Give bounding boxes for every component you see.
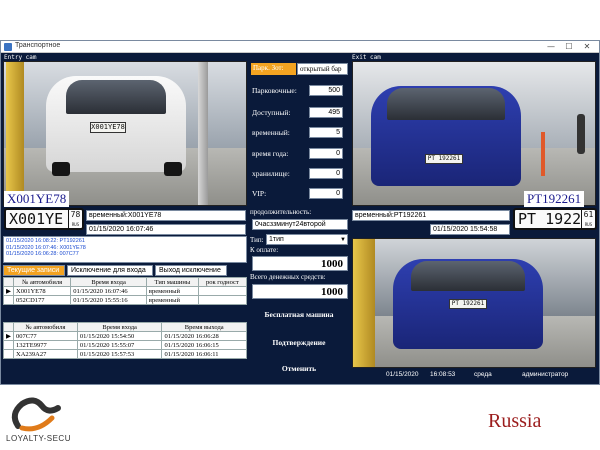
type-select[interactable]: 1тип ▼: [266, 234, 348, 245]
close-icon[interactable]: ✕: [579, 41, 595, 52]
table-row[interactable]: 132TE9977 01/15/2020 15:55:07 01/15/2020…: [3, 340, 247, 350]
column-header[interactable]: рок годност: [197, 277, 248, 287]
cancel-button[interactable]: Отменить: [250, 364, 348, 373]
app-icon: [4, 43, 12, 51]
stat-row-storage: хранилище: 0: [250, 167, 346, 181]
total-amount: 1000: [252, 284, 348, 299]
column-header[interactable]: Время входа: [70, 277, 147, 287]
log-line: 01/15/2020 16:06:28: 007C77: [6, 251, 79, 257]
exit-plate-text: PT192261: [524, 191, 585, 207]
column-header[interactable]: Тип машины: [145, 277, 199, 287]
duration-field: 0часззминут24второй: [252, 219, 348, 230]
history-table: № автомобиля Время входа Время выхода ▶ …: [3, 322, 247, 359]
entry-cam-label: Entry cam: [4, 54, 37, 61]
total-label: Всего денежных средств:: [250, 273, 326, 281]
status-time: 16:08:53: [430, 371, 456, 378]
exit-cam-label: Exit cam: [352, 54, 381, 61]
exit-plate-country: RUS: [584, 222, 593, 227]
table-row[interactable]: ▶ 007C77 01/15/2020 15:54:50 01/15/2020 …: [3, 331, 247, 341]
title-bar: Транспортное — ☐ ✕: [1, 41, 599, 53]
stat-row-vip: VIP: 0: [250, 187, 346, 201]
table-row[interactable]: 052CD177 01/15/2020 15:55:16 временный: [3, 295, 248, 305]
column-header[interactable]: № автомобиля: [13, 322, 78, 332]
exit-camera-view-2: PT 192261: [352, 238, 596, 368]
minimize-icon[interactable]: —: [543, 41, 559, 52]
status-day: среда: [474, 371, 492, 378]
park-zone-label: Парк. Зот:: [251, 63, 296, 75]
column-header[interactable]: № автомобиля: [12, 277, 72, 287]
exit-vehicle-field: временный:PT192261: [352, 210, 510, 221]
free-vehicle-button[interactable]: Бесплатная машина: [250, 310, 348, 319]
stat-row-available: Доступный: 495: [250, 106, 346, 120]
tab-current-records[interactable]: Текущие записи: [3, 265, 65, 276]
exit-plate-region: 61: [583, 210, 594, 219]
entry-plate-main: X001YE: [9, 210, 64, 228]
column-header[interactable]: Время входа: [76, 322, 163, 332]
loyalty-secu-logo: [11, 397, 61, 432]
exit-camera-view: PT 192261: [352, 61, 596, 206]
entry-plate-region: 78: [70, 210, 81, 219]
tab-entry-exception[interactable]: Исключение для входа: [67, 265, 153, 276]
exit-time-field: 01/15/2020 15:54:58: [430, 224, 510, 235]
event-log: 01/15/2020 16:08:22: PT192261 01/15/2020…: [3, 236, 247, 263]
tab-exit-exception[interactable]: Выход исключение: [155, 265, 227, 276]
confirm-button[interactable]: Подтверждение: [250, 338, 348, 347]
entry-plate-text: X001YE78: [4, 191, 70, 207]
stat-row-parking: Парковочные: 500: [250, 84, 346, 98]
table-row[interactable]: ▶ X001YE78 01/15/2020 16:07:46 временный: [3, 286, 248, 296]
stat-row-temporary: временный: 5: [250, 126, 346, 140]
chevron-down-icon: ▼: [340, 237, 346, 243]
type-label: Тип:: [250, 236, 264, 244]
country-label: Russia: [488, 410, 542, 432]
park-zone-value: открытый бар: [297, 63, 348, 75]
status-user: администратор: [522, 371, 569, 378]
pay-amount: 1000: [252, 256, 348, 271]
current-records-table: № автомобиля Время входа Тип машины рок …: [3, 277, 248, 305]
status-date: 01/15/2020: [386, 371, 419, 378]
entry-time-field: 01/15/2020 16:07:46: [86, 224, 246, 235]
entry-camera-view: X001YE78: [3, 61, 247, 206]
table-row[interactable]: XA239A27 01/15/2020 15:57:53 01/15/2020 …: [3, 349, 247, 359]
duration-label: продолжительность:: [250, 208, 312, 216]
maximize-icon[interactable]: ☐: [561, 41, 577, 52]
column-header[interactable]: Время выхода: [161, 322, 247, 332]
exit-plate-image: PT 1922 61 RUS: [513, 208, 597, 230]
stat-row-season: время года: 0: [250, 147, 346, 161]
exit-plate-main: PT 1922: [518, 210, 582, 228]
entry-plate-country: RUS: [71, 222, 80, 227]
pay-label: К оплате:: [250, 246, 279, 254]
logo-text: LOYALTY-SECU: [6, 434, 71, 443]
window-title: Транспортное: [15, 42, 61, 49]
entry-vehicle-field: временный:X001YE78: [86, 210, 246, 221]
entry-plate-image: X001YE 78 RUS: [4, 208, 84, 230]
